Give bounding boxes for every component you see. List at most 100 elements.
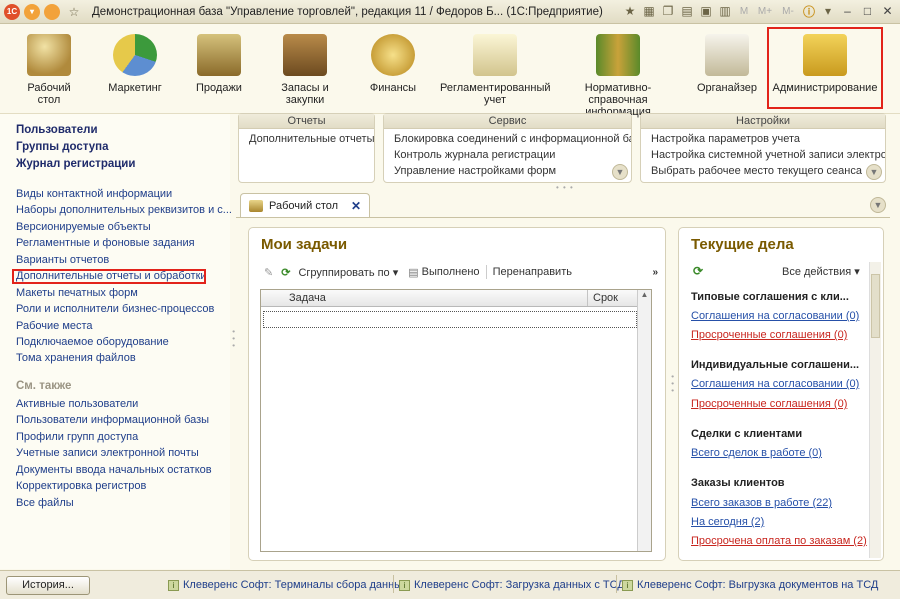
- star-icon[interactable]: ☆: [66, 4, 82, 20]
- scroll-thumb[interactable]: [871, 274, 880, 338]
- sidebar-link[interactable]: Макеты печатных форм: [16, 287, 138, 299]
- refresh-icon[interactable]: ⟳: [281, 266, 290, 279]
- chevron-down-icon[interactable]: ▾: [820, 3, 836, 19]
- nav-sales[interactable]: Продажи: [184, 24, 254, 112]
- panel-link[interactable]: Контроль журнала регистрации: [384, 147, 631, 163]
- current-link[interactable]: На сегодня (2): [691, 516, 764, 528]
- info-icon[interactable]: ⓘ: [801, 3, 817, 19]
- sidebar-see-also-link[interactable]: Профили групп доступа: [16, 431, 138, 443]
- status-item-label: Клеверенс Софт: Загрузка данных с ТСД: [414, 579, 625, 591]
- memory-plus-icon[interactable]: M+: [755, 3, 775, 19]
- 1c-logo-icon[interactable]: 1С: [4, 3, 20, 20]
- sidebar-link-users[interactable]: Пользователи: [16, 124, 98, 136]
- status-bar: История... i Клеверенс Софт: Терминалы сб…: [0, 570, 900, 599]
- panel-link[interactable]: Настройка параметров учета: [641, 131, 885, 147]
- status-item[interactable]: i Клеверенс Софт: Выгрузка документов на …: [622, 579, 878, 591]
- panel-link[interactable]: Управление настройками форм: [384, 163, 631, 179]
- star-add-icon[interactable]: ★: [622, 3, 638, 19]
- sidebar-see-also-link[interactable]: Корректировка регистров: [16, 480, 146, 492]
- panel-link[interactable]: Настройка системной учетной записи элект…: [641, 147, 885, 163]
- sidebar-see-also-link[interactable]: Документы ввода начальных остатков: [16, 464, 212, 476]
- maximize-button[interactable]: □: [859, 3, 876, 19]
- current-affairs-title: Текущие дела: [691, 236, 794, 253]
- current-link[interactable]: Всего заказов в работе (22): [691, 497, 832, 509]
- minimize-button[interactable]: –: [839, 3, 856, 19]
- splitter-handle[interactable]: • • •: [556, 183, 574, 192]
- sidebar-link-access-groups[interactable]: Группы доступа: [16, 141, 108, 153]
- sidebar-link[interactable]: Наборы дополнительных реквизитов и с...: [16, 204, 232, 216]
- close-icon[interactable]: ✕: [351, 199, 361, 213]
- copy-icon[interactable]: ❐: [660, 3, 676, 19]
- more-icon[interactable]: »: [652, 267, 658, 278]
- tabs-menu-icon[interactable]: ▼: [870, 197, 886, 213]
- current-scrollbar[interactable]: [869, 262, 881, 558]
- done-button[interactable]: Выполнено: [422, 266, 480, 278]
- redirect-button[interactable]: Перенаправить: [493, 266, 572, 278]
- sidebar-see-also-link[interactable]: Учетные записи электронной почты: [16, 447, 199, 459]
- all-actions-label: Все действия: [782, 266, 852, 278]
- calculator-icon[interactable]: ▣: [698, 3, 714, 19]
- sidebar-see-also-link[interactable]: Все файлы: [16, 497, 74, 509]
- memory-icon[interactable]: M: [736, 3, 752, 19]
- tab-bar: Рабочий стол ✕ ▼: [236, 193, 886, 217]
- panel-link[interactable]: Дополнительные отчеты: [239, 131, 374, 147]
- sidebar-link-event-log[interactable]: Журнал регистрации: [16, 158, 135, 170]
- done-icon: ▤: [408, 266, 419, 279]
- separator: [393, 575, 394, 593]
- sidebar-see-also-link[interactable]: Активные пользователи: [16, 398, 138, 410]
- current-link[interactable]: Всего сделок в работе (0): [691, 447, 822, 459]
- column-header-task[interactable]: Задача: [289, 292, 326, 304]
- paste-icon[interactable]: ▤: [679, 3, 695, 19]
- toolbar-separator: [485, 265, 487, 279]
- current-link-overdue[interactable]: Просрочена оплата по заказам (2): [691, 535, 867, 547]
- nav-desktop[interactable]: Рабочий стол: [14, 24, 84, 112]
- expand-down-icon[interactable]: ▼: [612, 164, 628, 180]
- scroll-up-icon[interactable]: ▲: [638, 290, 651, 299]
- table-row-selected[interactable]: [263, 311, 637, 328]
- info-icon: i: [168, 580, 179, 591]
- see-also-heading: См. также: [16, 380, 72, 392]
- panel-link[interactable]: Выбрать рабочее место текущего сеанса: [641, 163, 885, 179]
- sidebar-see-also-link[interactable]: Пользователи информационной базы: [16, 414, 209, 426]
- nav-stocks[interactable]: Запасы и закупки: [270, 24, 340, 112]
- status-item[interactable]: i Клеверенс Софт: Терминалы сбора данных: [168, 579, 408, 591]
- sidebar-link[interactable]: Рабочие места: [16, 320, 93, 332]
- vertical-scrollbar[interactable]: ▲: [637, 290, 651, 551]
- close-button[interactable]: ✕: [879, 3, 896, 19]
- sidebar-link[interactable]: Роли и исполнители бизнес-процессов: [16, 303, 214, 315]
- panel-settings: Настройки Настройка параметров учета Нас…: [640, 113, 886, 183]
- panel-link[interactable]: Блокировка соединений с информационной б…: [384, 131, 631, 147]
- all-actions-button[interactable]: Все действия ▾: [782, 265, 860, 278]
- nav-finance[interactable]: Финансы: [355, 24, 431, 112]
- sidebar-link[interactable]: Подключаемое оборудование: [16, 336, 169, 348]
- nav-reference-info[interactable]: Нормативно-справочная информация: [557, 24, 679, 118]
- history-button[interactable]: История...: [6, 576, 90, 595]
- sidebar-link[interactable]: Версионируемые объекты: [16, 221, 151, 233]
- menu-dropdown-icon[interactable]: ▾: [24, 3, 40, 20]
- splitter-handle[interactable]: • • •: [668, 375, 677, 393]
- current-link-overdue[interactable]: Просроченные соглашения (0): [691, 329, 847, 341]
- orange-circle-icon[interactable]: [44, 3, 60, 20]
- group-by-button[interactable]: Сгруппировать по ▾: [298, 266, 398, 279]
- nav-organizer[interactable]: Органайзер: [692, 24, 762, 112]
- current-link[interactable]: Соглашения на согласовании (0): [691, 310, 859, 322]
- sidebar-link[interactable]: Варианты отчетов: [16, 254, 109, 266]
- expand-down-icon[interactable]: ▼: [866, 164, 882, 180]
- tab-desktop[interactable]: Рабочий стол ✕: [240, 193, 370, 217]
- edit-icon[interactable]: ✎: [264, 266, 273, 279]
- sidebar-link[interactable]: Регламентные и фоновые задания: [16, 237, 195, 249]
- nav-marketing[interactable]: Маркетинг: [100, 24, 170, 112]
- sidebar-link[interactable]: Виды контактной информации: [16, 188, 172, 200]
- status-item[interactable]: i Клеверенс Софт: Загрузка данных с ТСД: [399, 579, 625, 591]
- current-link-overdue[interactable]: Просроченные соглашения (0): [691, 398, 847, 410]
- column-header-due[interactable]: Срок: [593, 292, 618, 304]
- title-bar: 1С ▾ ☆ Демонстрационная база "Управление…: [0, 0, 900, 24]
- current-link[interactable]: Соглашения на согласовании (0): [691, 378, 859, 390]
- section-title: Сделки с клиентами: [691, 428, 803, 440]
- refresh-icon[interactable]: ⟳: [693, 264, 703, 278]
- nav-accounting[interactable]: Регламентированный учет: [440, 24, 551, 112]
- calendar-icon[interactable]: ▦: [641, 3, 657, 19]
- sidebar-link[interactable]: Тома хранения файлов: [16, 352, 136, 364]
- memory-minus-icon[interactable]: M-: [778, 3, 798, 19]
- grid-icon[interactable]: ▥: [717, 3, 733, 19]
